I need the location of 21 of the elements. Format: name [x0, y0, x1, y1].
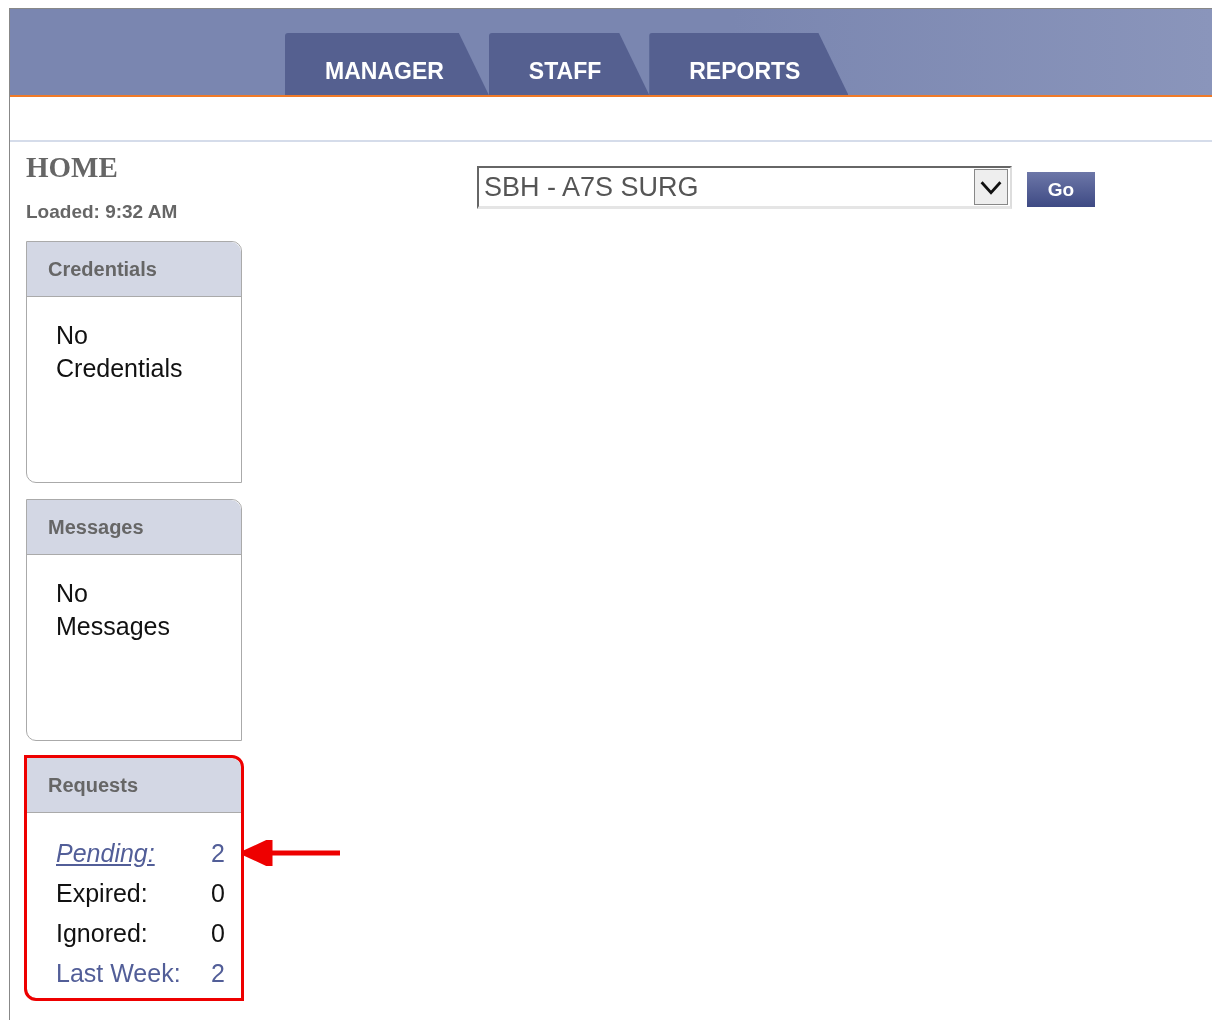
- count-link[interactable]: Pending:: [56, 835, 181, 871]
- panel-title: Credentials: [27, 242, 241, 297]
- nav-tab[interactable]: REPORTS: [649, 33, 849, 95]
- count-value: 0: [210, 918, 225, 949]
- panel-title: Requests: [27, 758, 241, 813]
- nav-tab[interactable]: STAFF: [488, 33, 650, 95]
- count-value: 2: [210, 838, 225, 869]
- count-value: 2: [210, 958, 225, 989]
- page-title: HOME: [26, 151, 119, 184]
- arrow-icon: [244, 840, 340, 866]
- unit-select[interactable]: SBH - A7S SURG: [477, 166, 1012, 209]
- panel-message: No Messages: [55, 578, 171, 642]
- go-button[interactable]: Go: [1027, 172, 1095, 207]
- panel-title: Messages: [27, 500, 241, 555]
- count-label: Ignored:: [56, 918, 149, 949]
- loaded-time: Loaded: 9:32 AM: [26, 201, 179, 223]
- count-link[interactable]: Last Week:: [56, 955, 181, 991]
- panel-message: No Credentials: [55, 320, 184, 384]
- count-label: Expired:: [56, 878, 149, 909]
- nav-tab[interactable]: MANAGER: [285, 33, 489, 95]
- count-value: 0: [210, 878, 225, 909]
